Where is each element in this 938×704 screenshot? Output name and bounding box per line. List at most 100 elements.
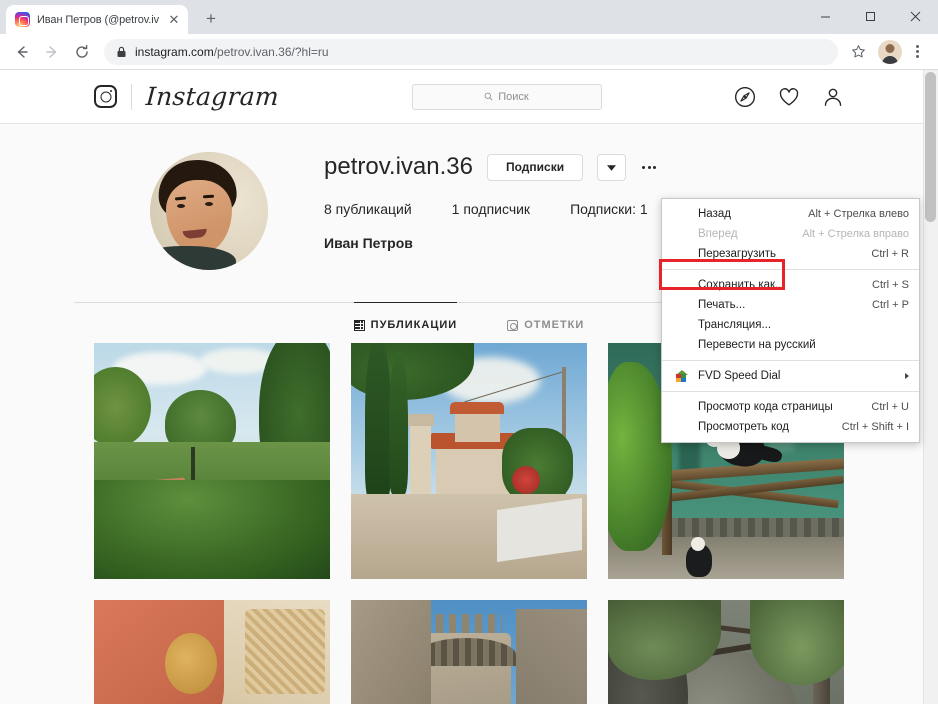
avatar-eye-left <box>177 204 185 208</box>
tab-posts[interactable]: ПУБЛИКАЦИИ <box>353 302 458 343</box>
menu-label: FVD Speed Dial <box>698 370 781 382</box>
menu-accel: Alt + Стрелка вправо <box>802 228 909 240</box>
reload-icon <box>76 44 88 58</box>
submenu-arrow-icon <box>905 373 909 379</box>
page-scrollbar[interactable] <box>923 70 938 704</box>
forward-button[interactable] <box>38 38 66 66</box>
menu-label: Перевести на русский <box>698 339 816 351</box>
tab-close-icon[interactable]: ✕ <box>166 12 182 28</box>
tagged-icon <box>507 319 519 331</box>
maximize-button[interactable] <box>848 0 893 32</box>
menu-label: Назад <box>698 208 731 220</box>
instagram-favicon-icon <box>15 12 30 27</box>
context-menu-item-reload[interactable]: Перезагрузить Ctrl + R <box>662 244 919 264</box>
context-menu-item-fvd-speed-dial[interactable]: FVD Speed Dial <box>662 366 919 386</box>
tab-strip: Иван Петров (@petrov.ivan.36) ✕ + <box>0 0 938 34</box>
person-icon[interactable] <box>822 86 844 108</box>
menu-label: Вперед <box>698 228 738 240</box>
menu-label: Перезагрузить <box>698 248 777 260</box>
bookmark-button[interactable] <box>846 40 870 64</box>
avatar-shoulder <box>150 246 236 270</box>
profile-username: petrov.ivan.36 <box>324 153 473 181</box>
menu-separator <box>662 360 919 361</box>
browser-profile-avatar[interactable] <box>878 39 902 64</box>
photo-tile-6[interactable] <box>608 600 844 704</box>
menu-accel: Ctrl + R <box>871 248 909 260</box>
logo-divider <box>131 83 132 110</box>
search-input[interactable]: Поиск <box>411 83 602 110</box>
photo-tile-5[interactable] <box>351 600 587 704</box>
avatar-eye-right <box>205 202 213 206</box>
lock-icon <box>116 46 127 58</box>
stat-following[interactable]: Подписки: 1 <box>570 201 648 217</box>
context-menu-item-cast[interactable]: Трансляция... <box>662 315 919 335</box>
heart-icon[interactable] <box>778 86 800 108</box>
menu-accel: Alt + Стрелка влево <box>808 208 909 220</box>
follow-button[interactable]: Подписки <box>486 154 584 181</box>
profile-options-button[interactable] <box>640 162 658 173</box>
minimize-icon <box>821 16 830 17</box>
context-menu-item-forward: Вперед Alt + Стрелка вправо <box>662 224 919 244</box>
context-menu: Назад Alt + Стрелка влево Вперед Alt + С… <box>661 198 920 443</box>
close-window-button[interactable] <box>893 0 938 32</box>
tab-tagged[interactable]: ОТМЕТКИ <box>507 303 584 343</box>
photo-tile-4[interactable] <box>94 600 330 704</box>
context-menu-item-print[interactable]: Печать... Ctrl + P <box>662 295 919 315</box>
instagram-nav-icons <box>734 86 844 108</box>
scrollbar-thumb[interactable] <box>925 72 936 222</box>
search-placeholder: Поиск <box>498 90 529 103</box>
chevron-down-icon <box>607 164 617 171</box>
avatar-head <box>885 43 895 53</box>
menu-label: Печать... <box>698 299 746 311</box>
tab-posts-label: ПУБЛИКАЦИИ <box>370 319 458 331</box>
tab-title: Иван Петров (@petrov.ivan.36) <box>37 13 159 26</box>
dot <box>915 55 919 58</box>
browser-toolbar: instagram.com/petrov.ivan.36/?hl=ru <box>0 34 938 70</box>
close-icon <box>910 11 921 21</box>
context-menu-item-translate[interactable]: Перевести на русский <box>662 335 919 355</box>
profile-avatar[interactable] <box>150 152 268 270</box>
minimize-button[interactable] <box>803 0 848 32</box>
context-menu-item-save-as[interactable]: Сохранить как... Ctrl + S <box>662 275 919 295</box>
compass-icon[interactable] <box>734 86 756 108</box>
avatar-column <box>94 152 324 270</box>
window-controls <box>803 0 938 32</box>
username-row: petrov.ivan.36 Подписки <box>324 153 844 181</box>
menu-label: Сохранить как... <box>698 279 785 291</box>
menu-label: Просмотр кода страницы <box>698 401 833 413</box>
back-arrow-icon <box>17 45 28 58</box>
dot <box>653 166 657 169</box>
instagram-logo[interactable]: Instagram <box>94 82 281 111</box>
maximize-icon <box>866 11 875 21</box>
instagram-wordmark: Instagram <box>144 82 281 111</box>
forward-arrow-icon <box>46 45 57 58</box>
context-menu-item-back[interactable]: Назад Alt + Стрелка влево <box>662 204 919 224</box>
menu-accel: Ctrl + U <box>871 401 909 413</box>
dot <box>915 45 919 48</box>
browser-window: Иван Петров (@petrov.ivan.36) ✕ + <box>0 0 938 704</box>
instagram-navbar: Instagram Поиск <box>0 70 938 124</box>
address-bar[interactable]: instagram.com/petrov.ivan.36/?hl=ru <box>104 38 838 65</box>
dot <box>915 50 919 53</box>
browser-tab[interactable]: Иван Петров (@petrov.ivan.36) ✕ <box>6 5 188 34</box>
menu-accel: Ctrl + Shift + I <box>841 421 909 433</box>
menu-accel: Ctrl + P <box>872 299 909 311</box>
follow-dropdown-button[interactable] <box>597 154 627 181</box>
menu-separator <box>662 391 919 392</box>
tab-tagged-label: ОТМЕТКИ <box>524 319 585 331</box>
back-button[interactable] <box>8 38 36 66</box>
url-domain: instagram.com <box>135 44 214 59</box>
photo-tile-2[interactable] <box>351 343 587 579</box>
photo-tile-1[interactable] <box>94 343 330 579</box>
menu-accel: Ctrl + S <box>872 279 909 291</box>
menu-label: Трансляция... <box>698 319 772 331</box>
browser-menu-button[interactable] <box>904 39 930 65</box>
context-menu-item-view-page-source[interactable]: Просмотр кода страницы Ctrl + U <box>662 397 919 417</box>
stat-followers[interactable]: 1 подписчик <box>452 201 530 217</box>
dot <box>647 166 651 169</box>
new-tab-button[interactable]: + <box>197 5 225 33</box>
url-path: /petrov.ivan.36/?hl=ru <box>213 44 329 59</box>
context-menu-item-inspect[interactable]: Просмотреть код Ctrl + Shift + I <box>662 417 919 437</box>
url-text: instagram.com/petrov.ivan.36/?hl=ru <box>135 45 826 59</box>
reload-button[interactable] <box>68 38 96 66</box>
